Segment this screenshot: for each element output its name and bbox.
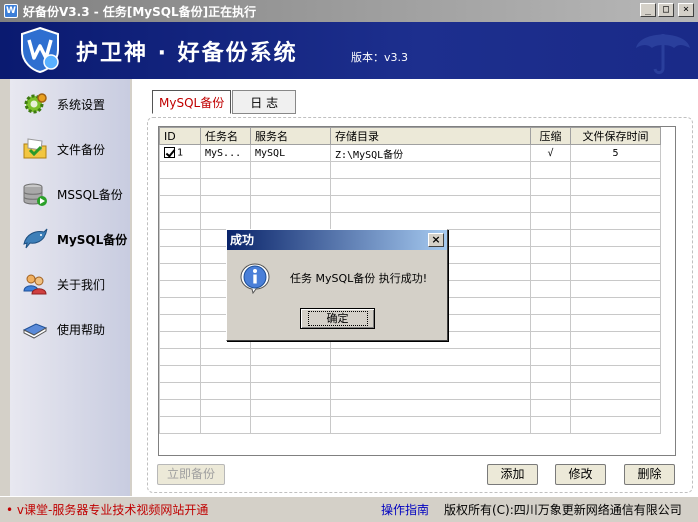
title-bar: W 好备份V3.3 - 任务[MySQL备份]正在执行 _ □ × — [0, 0, 698, 22]
folder-icon — [23, 138, 47, 159]
sidebar: 系统设置 文件备份 MSSQL备份 MySQL备份 关于我们 使用帮助 — [0, 79, 132, 496]
header-banner: 护卫神 · 好备份系统 版本：v3.3 — [0, 22, 698, 79]
sidebar-item-mssql-backup[interactable]: MSSQL备份 — [22, 180, 123, 208]
dialog-close-button[interactable]: × — [428, 233, 444, 247]
sidebar-item-label: 关于我们 — [57, 277, 106, 292]
sidebar-item-label: 使用帮助 — [57, 322, 106, 337]
sidebar-item-label: 系统设置 — [57, 97, 106, 112]
sidebar-item-help[interactable]: 使用帮助 — [22, 315, 105, 343]
table-header-row: ID 任务名 服务名 存储目录 压缩 文件保存时间 — [159, 127, 661, 145]
sidebar-item-mysql-backup[interactable]: MySQL备份 — [22, 225, 127, 253]
sidebar-item-settings[interactable]: 系统设置 — [22, 90, 105, 118]
app-name: 护卫神 · 好备份系统 — [76, 41, 298, 66]
guide-link[interactable]: 操作指南 — [381, 501, 429, 518]
dolphin-icon — [23, 228, 48, 249]
gear-icon — [24, 93, 47, 114]
dialog-title-bar: 成功 × — [227, 230, 447, 250]
database-icon — [23, 183, 47, 206]
copyright-text: 版权所有(C):四川万象更新网络通信有限公司 — [444, 503, 682, 517]
close-button[interactable]: × — [678, 3, 694, 17]
add-button[interactable]: 添加 — [487, 464, 538, 485]
column-header-task[interactable]: 任务名 — [200, 127, 251, 145]
umbrella-icon — [636, 34, 690, 75]
column-header-service[interactable]: 服务名 — [250, 127, 331, 145]
task-cell: MyS... — [200, 144, 251, 162]
sidebar-item-label: MSSQL备份 — [57, 187, 123, 202]
column-header-keep[interactable]: 文件保存时间 — [570, 127, 661, 145]
edit-button[interactable]: 修改 — [555, 464, 606, 485]
minimize-button[interactable]: _ — [640, 3, 656, 17]
column-header-compress[interactable]: 压缩 — [530, 127, 571, 145]
table-row[interactable]: 1 MyS... MySQL Z:\MySQL备份 √ 5 — [159, 144, 661, 162]
id-cell: 1 — [159, 144, 201, 162]
window-title: 好备份V3.3 - 任务[MySQL备份]正在执行 — [23, 4, 257, 19]
column-header-dir[interactable]: 存储目录 — [330, 127, 531, 145]
ok-button[interactable]: 确定 — [300, 308, 375, 329]
sidebar-item-about[interactable]: 关于我们 — [22, 270, 105, 298]
shield-logo-icon — [21, 26, 59, 74]
tab-mysql-backup[interactable]: MySQL备份 — [152, 90, 232, 114]
service-cell: MySQL — [250, 144, 331, 162]
book-icon — [22, 323, 48, 339]
users-icon — [23, 274, 47, 295]
sidebar-item-file-backup[interactable]: 文件备份 — [22, 135, 105, 163]
status-bar: • v课堂-服务器专业技术视频网站开通 操作指南 版权所有(C):四川万象更新网… — [0, 496, 698, 522]
sidebar-item-label: 文件备份 — [57, 142, 106, 157]
sidebar-item-label: MySQL备份 — [57, 232, 128, 247]
row-checkbox[interactable] — [164, 147, 175, 159]
tab-log[interactable]: 日 志 — [232, 90, 297, 114]
success-dialog: 成功 × 任务 MySQL备份 执行成功! 确定 — [226, 229, 448, 341]
window-controls: _ □ × — [640, 3, 694, 17]
backup-now-button[interactable]: 立即备份 — [157, 464, 225, 485]
dialog-title: 成功 — [230, 233, 255, 247]
maximize-button[interactable]: □ — [658, 3, 674, 17]
dialog-message: 任务 MySQL备份 执行成功! — [290, 272, 428, 285]
keep-cell: 5 — [570, 144, 661, 162]
info-icon — [240, 263, 270, 294]
tab-bar: MySQL备份 日 志 — [152, 90, 297, 114]
app-icon: W — [4, 4, 18, 18]
promo-link[interactable]: • v课堂-服务器专业技术视频网站开通 — [6, 501, 208, 518]
delete-button[interactable]: 删除 — [624, 464, 675, 485]
dir-cell: Z:\MySQL备份 — [330, 144, 531, 162]
compress-cell: √ — [530, 144, 571, 162]
version-label: 版本：v3.3 — [351, 51, 409, 64]
column-header-id[interactable]: ID — [159, 127, 201, 145]
